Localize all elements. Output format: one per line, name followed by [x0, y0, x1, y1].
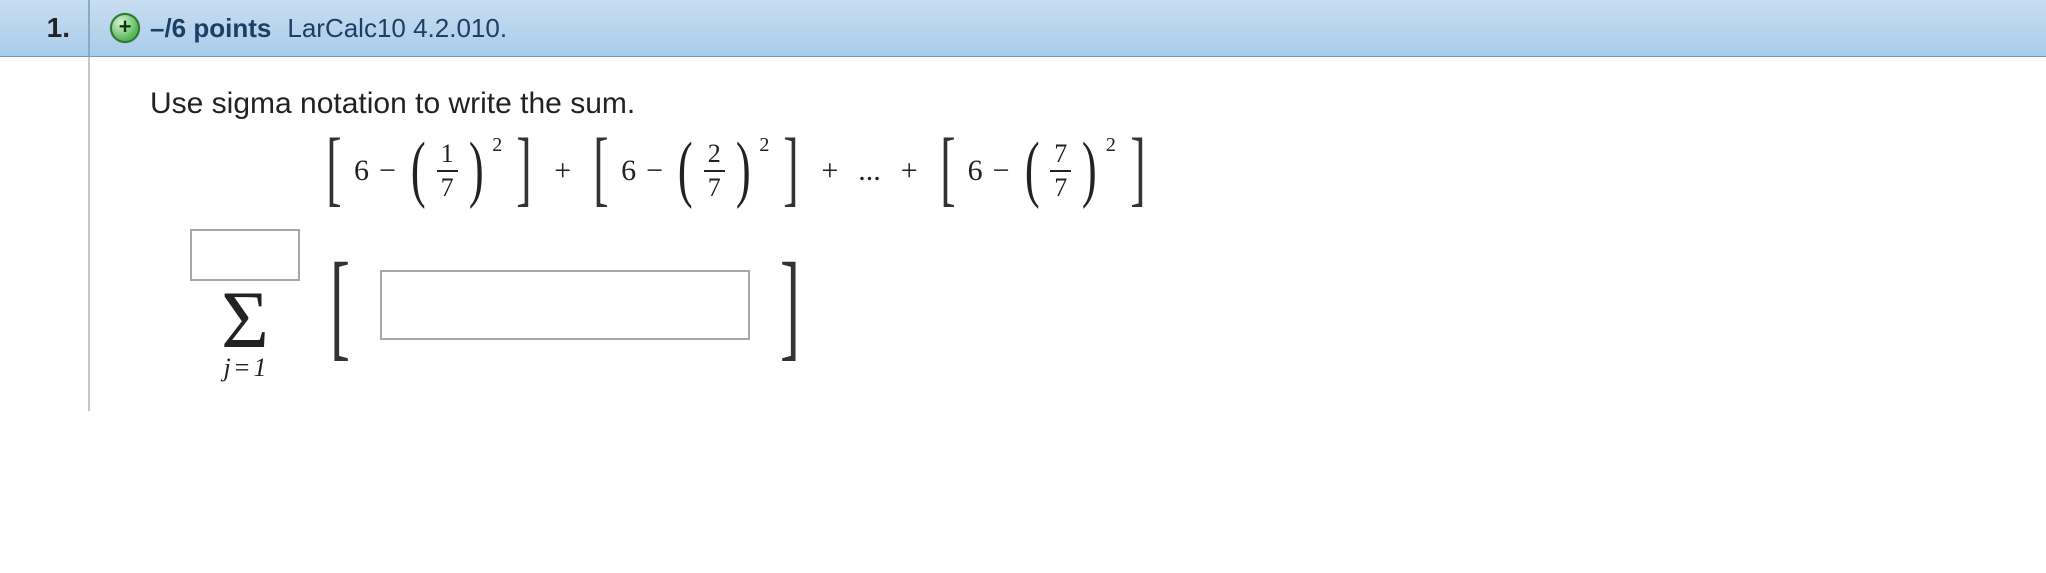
question-header: 1. + –/6 points LarCalc10 4.2.010.: [0, 0, 2046, 57]
math-expression: [ 6 − ( 1 7 ) 2 ] + [ 6 − ( 2: [320, 141, 2046, 201]
sigma-lower: j=1: [224, 355, 267, 381]
expand-icon[interactable]: +: [110, 13, 140, 43]
question-prompt: Use sigma notation to write the sum.: [150, 87, 2046, 121]
sigma-icon: Σ: [221, 287, 269, 353]
right-bracket-icon: ]: [780, 263, 800, 347]
question-body: Use sigma notation to write the sum. [ 6…: [0, 57, 2046, 411]
term-1: [ 6 − ( 1 7 ) 2 ]: [320, 141, 538, 201]
fraction: 1 7: [437, 141, 458, 201]
exponent: 2: [492, 134, 502, 157]
ellipsis: ...: [858, 154, 881, 188]
term-2: [ 6 − ( 2 7 ) 2 ]: [587, 141, 805, 201]
points-label: –/6 points: [150, 13, 271, 44]
left-bracket-icon: [: [330, 263, 350, 347]
term-n: [ 6 − ( 7 7 ) 2 ]: [934, 141, 1152, 201]
sigma-block: Σ j=1: [190, 229, 300, 381]
left-bracket-icon: [: [326, 144, 341, 194]
plus-op: +: [821, 154, 838, 188]
right-paren-icon: ): [468, 147, 483, 191]
gutter: [0, 57, 90, 411]
question-number: 1.: [0, 0, 90, 56]
answer-area: Σ j=1 [ ]: [190, 229, 2046, 391]
header-content: + –/6 points LarCalc10 4.2.010.: [90, 0, 507, 56]
right-bracket-icon: ]: [517, 144, 532, 194]
plus-op: +: [901, 154, 918, 188]
left-paren-icon: (: [411, 147, 426, 191]
reference-code: LarCalc10 4.2.010.: [287, 13, 507, 44]
plus-op: +: [554, 154, 571, 188]
summand-input[interactable]: [380, 270, 750, 340]
